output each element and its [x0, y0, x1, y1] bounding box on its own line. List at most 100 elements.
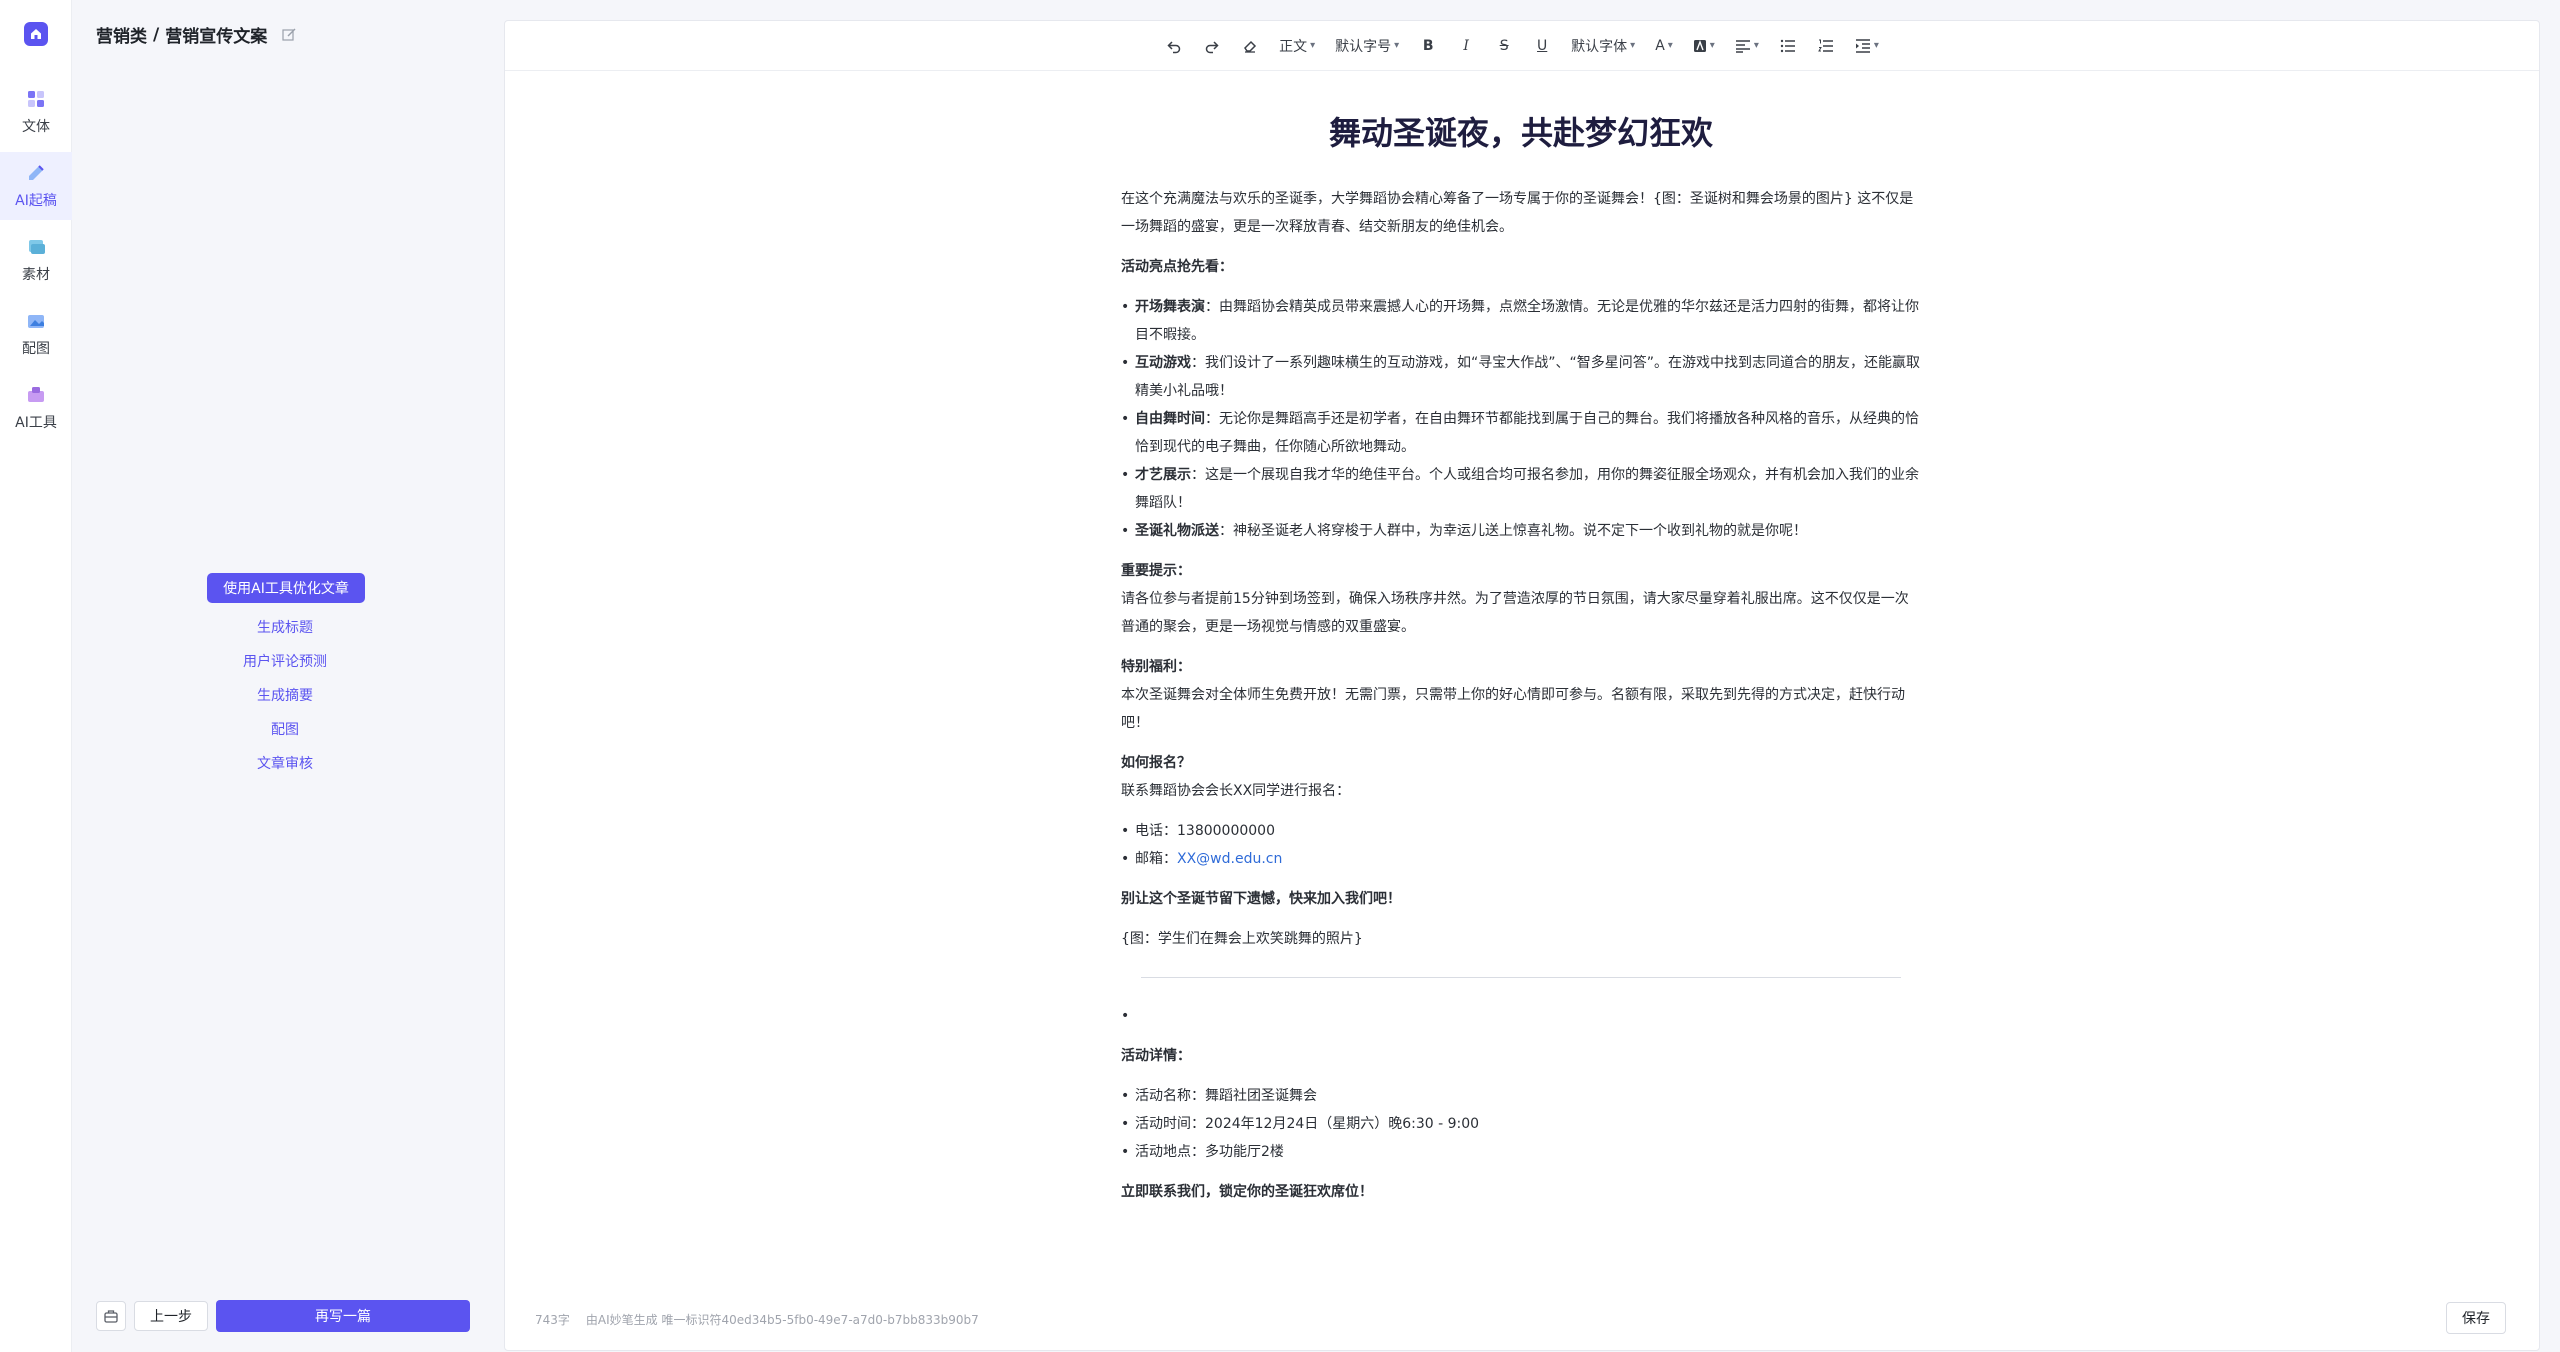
list-item: 自由舞时间：无论你是舞蹈高手还是初学者，在自由舞环节都能找到属于自己的舞台。我们… [1121, 405, 1921, 461]
redo-button[interactable] [1193, 31, 1231, 61]
text-color-icon: A [1655, 37, 1665, 54]
clear-format-button[interactable] [1231, 31, 1269, 61]
image-icon [28, 315, 44, 328]
details-heading: 活动详情： [1121, 1048, 1191, 1064]
highlight-icon [1693, 39, 1706, 52]
tips-paragraph: 请各位参与者提前15分钟到场签到，确保入场秩序井然。为了营造浓厚的节日氛围，请大… [1121, 591, 1909, 635]
nav-item-image[interactable]: 配图 [0, 300, 72, 368]
intro-paragraph: 在这个充满魔法与欢乐的圣诞季，大学舞蹈协会精心筹备了一场专属于你的圣诞舞会！{图… [1121, 191, 1914, 235]
highlight-key: 开场舞表演 [1135, 299, 1205, 315]
highlight-key: 才艺展示 [1135, 467, 1191, 483]
eraser-icon [1244, 40, 1257, 53]
highlight-text: ：由舞蹈协会精英成员带来震撼人心的开场舞，点燃全场激情。无论是优雅的华尔兹还是活… [1135, 299, 1919, 343]
editor-footer: 743字 由AI妙笔生成 唯一标识符40ed34b5-5fb0-49e7-a7d… [535, 1311, 979, 1328]
breadcrumb-page: 营销宣传文案 [165, 27, 268, 47]
highlight-key: 圣诞礼物派送 [1135, 523, 1219, 539]
strikethrough-button[interactable]: S [1485, 31, 1523, 61]
bottom-actions: 上一步 再写一篇 [96, 1300, 470, 1332]
undo-button[interactable] [1155, 31, 1193, 61]
nav-item-material[interactable]: 素材 [0, 226, 72, 294]
bold-button[interactable]: B [1409, 31, 1447, 61]
align-select[interactable] [1725, 31, 1769, 61]
font-size-select[interactable]: 默认字号 [1325, 31, 1409, 61]
nav-item-ai-draft[interactable]: AI起稿 [0, 152, 72, 220]
editor: 正文 默认字号 B I S U 默认字体 A 舞动圣诞夜，共赴梦幻狂欢 在这个充… [504, 20, 2540, 1351]
nav-item-text-style[interactable]: 文体 [0, 78, 72, 146]
list-item: 活动名称：舞蹈社团圣诞舞会 [1121, 1082, 1921, 1110]
comment-prediction-link[interactable]: 用户评论预测 [72, 651, 498, 671]
nav-item-label: 文体 [22, 119, 50, 135]
edit-icon[interactable] [281, 27, 297, 43]
undo-icon [1167, 40, 1181, 53]
list-item: 活动时间：2024年12月24日（星期六）晚6:30 - 9:00 [1121, 1110, 1921, 1138]
divider [1141, 977, 1901, 978]
italic-button[interactable]: I [1447, 31, 1485, 61]
editor-toolbar: 正文 默认字号 B I S U 默认字体 A [505, 21, 2539, 71]
write-another-button[interactable]: 再写一篇 [216, 1300, 470, 1332]
toolbox-button[interactable] [96, 1301, 126, 1331]
text-color-select[interactable]: A [1645, 31, 1683, 61]
font-family-select[interactable]: 默认字体 [1561, 31, 1645, 61]
signup-paragraph: 联系舞蹈协会会长XX同学进行报名： [1121, 783, 1351, 799]
bullet-list-button[interactable] [1769, 31, 1807, 61]
breadcrumb-separator: / [153, 24, 160, 45]
nav-item-label: AI工具 [15, 415, 57, 431]
nav-item-label: 素材 [22, 267, 50, 283]
highlight-key: 互动游戏 [1135, 355, 1191, 371]
contact-list: 电话：13800000000 邮箱：XX@wd.edu.cn [1121, 817, 1921, 873]
redo-icon [1205, 40, 1219, 53]
highlight-text: ：神秘圣诞老人将穿梭于人群中，为幸运儿送上惊喜礼物。说不定下一个收到礼物的就是你… [1219, 523, 1807, 539]
benefit-paragraph: 本次圣诞舞会对全体师生免费开放！无需门票，只需带上你的好心情即可参与。名额有限，… [1121, 687, 1905, 731]
save-button[interactable]: 保存 [2446, 1302, 2506, 1334]
home-icon[interactable] [24, 22, 48, 46]
text-style-icon [28, 91, 44, 107]
nav-item-label: AI起稿 [15, 193, 57, 209]
align-left-icon [1735, 39, 1750, 53]
highlights-list: 开场舞表演：由舞蹈协会精英成员带来震撼人心的开场舞，点燃全场激情。无论是优雅的华… [1121, 293, 1921, 545]
ai-draft-icon [29, 165, 44, 180]
list-item: 互动游戏：我们设计了一系列趣味横生的互动游戏，如“寻宝大作战”、“智多星问答”。… [1121, 349, 1921, 405]
material-icon [29, 240, 45, 254]
list-item: 开场舞表演：由舞蹈协会精英成员带来震撼人心的开场舞，点燃全场激情。无论是优雅的华… [1121, 293, 1921, 349]
tips-heading: 重要提示： [1121, 563, 1191, 579]
empty-list-item [1121, 1002, 1921, 1030]
breadcrumb: 营销类 / 营销宣传文案 [96, 22, 297, 47]
generate-summary-link[interactable]: 生成摘要 [72, 685, 498, 705]
highlight-color-select[interactable] [1683, 31, 1725, 61]
photo-note: {图：学生们在舞会上欢笑跳舞的照片} [1121, 931, 1363, 947]
ai-panel: 营销类 / 营销宣传文案 使用AI工具优化文章 生成标题 用户评论预测 生成摘要… [72, 0, 502, 1352]
details-list: 活动名称：舞蹈社团圣诞舞会 活动时间：2024年12月24日（星期六）晚6:30… [1121, 1082, 1921, 1166]
benefit-heading: 特别福利： [1121, 659, 1191, 675]
list-item: 电话：13800000000 [1121, 817, 1921, 845]
email-link[interactable]: XX@wd.edu.cn [1177, 851, 1282, 867]
generate-title-link[interactable]: 生成标题 [72, 617, 498, 637]
word-count: 743字 [535, 1313, 570, 1327]
list-item: 邮箱：XX@wd.edu.cn [1121, 845, 1921, 873]
indent-select[interactable] [1845, 31, 1889, 61]
document-body[interactable]: 舞动圣诞夜，共赴梦幻狂欢 在这个充满魔法与欢乐的圣诞季，大学舞蹈协会精心筹备了一… [1121, 109, 1921, 1218]
email-label: 邮箱： [1135, 851, 1177, 867]
highlight-text: ：无论你是舞蹈高手还是初学者，在自由舞环节都能找到属于自己的舞台。我们将播放各种… [1135, 411, 1919, 455]
nav-item-ai-tools[interactable]: AI工具 [0, 374, 72, 442]
paragraph-style-select[interactable]: 正文 [1269, 31, 1325, 61]
highlight-key: 自由舞时间 [1135, 411, 1205, 427]
call-to-action: 别让这个圣诞节留下遗憾，快来加入我们吧！ [1121, 891, 1401, 907]
breadcrumb-category[interactable]: 营销类 [96, 22, 147, 47]
numbered-list-icon [1817, 39, 1833, 52]
list-item: 活动地点：多功能厅2楼 [1121, 1138, 1921, 1166]
previous-step-button[interactable]: 上一步 [134, 1301, 208, 1331]
highlight-text: ：我们设计了一系列趣味横生的互动游戏，如“寻宝大作战”、“智多星问答”。在游戏中… [1135, 355, 1921, 399]
numbered-list-button[interactable] [1807, 31, 1845, 61]
phone-value: 13800000000 [1177, 823, 1275, 839]
nav-item-label: 配图 [22, 341, 50, 357]
optimize-with-ai-button[interactable]: 使用AI工具优化文章 [207, 573, 365, 603]
nav-rail: 文体 AI起稿 素材 配图 AI工具 [0, 0, 72, 1352]
underline-button[interactable]: U [1523, 31, 1561, 61]
illustration-link[interactable]: 配图 [72, 719, 498, 739]
toolbox-icon [104, 1310, 118, 1323]
list-item: 才艺展示：这是一个展现自我才华的绝佳平台。个人或组合均可报名参加，用你的舞姿征服… [1121, 461, 1921, 517]
document-title: 舞动圣诞夜，共赴梦幻狂欢 [1328, 114, 1713, 152]
highlights-heading: 活动亮点抢先看： [1121, 259, 1233, 275]
bullet-list-icon [1780, 39, 1795, 52]
article-review-link[interactable]: 文章审核 [72, 753, 498, 773]
